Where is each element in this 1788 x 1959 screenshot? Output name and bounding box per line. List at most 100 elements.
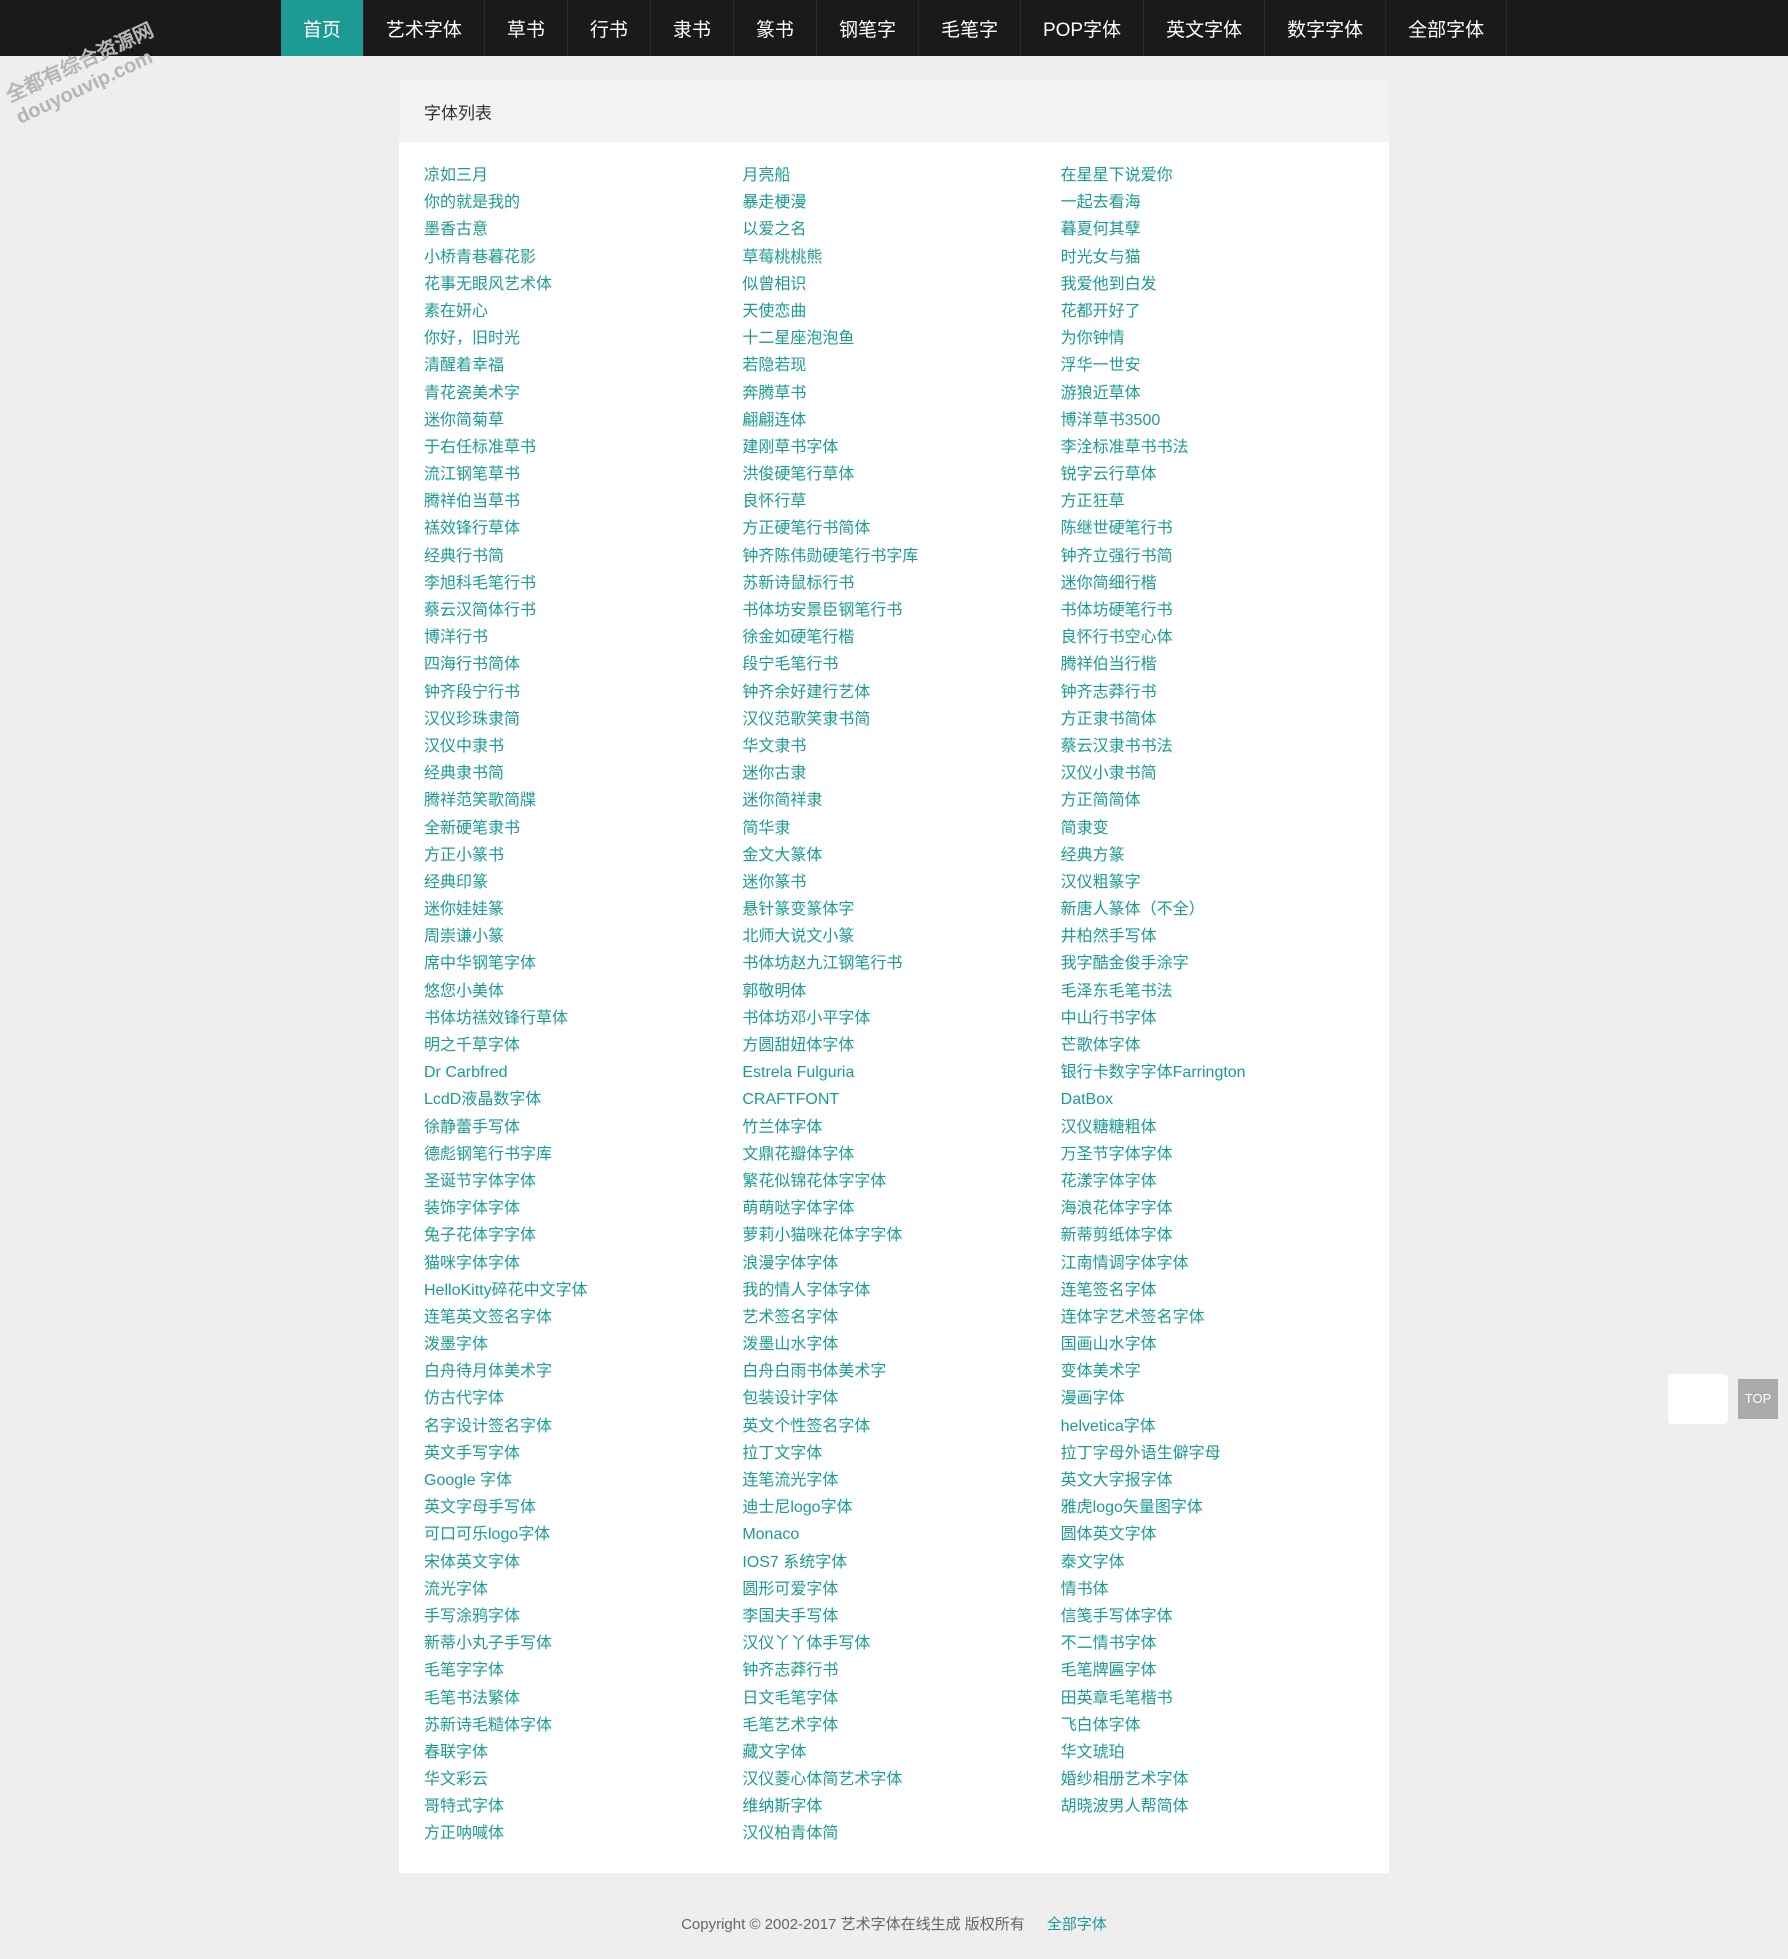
font-link[interactable]: 简华隶: [742, 815, 1045, 842]
font-link[interactable]: 哥特式字体: [424, 1793, 727, 1820]
font-link[interactable]: 花事无眼风艺术体: [424, 271, 727, 298]
font-link[interactable]: 中山行书字体: [1061, 1005, 1364, 1032]
font-link[interactable]: 腾祥范笑歌简牒: [424, 787, 727, 814]
nav-item-7[interactable]: 毛笔字: [919, 0, 1021, 56]
font-link[interactable]: helvetica字体: [1061, 1413, 1364, 1440]
font-link[interactable]: 苏新诗毛糙体字体: [424, 1712, 727, 1739]
font-link[interactable]: 汉仪中隶书: [424, 733, 727, 760]
font-link[interactable]: 游狼近草体: [1061, 380, 1364, 407]
font-link[interactable]: 以爱之名: [742, 216, 1045, 243]
font-link[interactable]: 汉仪糖糖粗体: [1061, 1114, 1364, 1141]
font-link[interactable]: 信笺手写体字体: [1061, 1603, 1364, 1630]
font-link[interactable]: 国画山水字体: [1061, 1331, 1364, 1358]
font-link[interactable]: 徐金如硬笔行楷: [742, 624, 1045, 651]
font-link[interactable]: 兔子花体字字体: [424, 1222, 727, 1249]
font-link[interactable]: IOS7 系统字体: [742, 1549, 1045, 1576]
font-link[interactable]: 英文手写字体: [424, 1440, 727, 1467]
font-link[interactable]: DatBox: [1061, 1086, 1364, 1113]
font-link[interactable]: 拉丁字母外语生僻字母: [1061, 1440, 1364, 1467]
font-link[interactable]: 金文大篆体: [742, 842, 1045, 869]
font-link[interactable]: 英文字母手写体: [424, 1494, 727, 1521]
nav-item-4[interactable]: 隶书: [651, 0, 734, 56]
font-link[interactable]: 变体美术字: [1061, 1358, 1364, 1385]
font-link[interactable]: 锐字云行草体: [1061, 461, 1364, 488]
font-link[interactable]: 萝莉小猫咪花体字字体: [742, 1222, 1045, 1249]
font-link[interactable]: 经典隶书简: [424, 760, 727, 787]
font-link[interactable]: 毛泽东毛笔书法: [1061, 978, 1364, 1005]
font-link[interactable]: 华文琥珀: [1061, 1739, 1364, 1766]
font-link[interactable]: 腾祥伯当行楷: [1061, 651, 1364, 678]
font-link[interactable]: 钟齐陈伟勋硬笔行书字库: [742, 543, 1045, 570]
font-link[interactable]: 田英章毛笔楷书: [1061, 1685, 1364, 1712]
nav-item-0[interactable]: 首页: [281, 0, 364, 56]
font-link[interactable]: 芒歌体字体: [1061, 1032, 1364, 1059]
font-link[interactable]: 悠您小美体: [424, 978, 727, 1005]
font-link[interactable]: 白舟待月体美术字: [424, 1358, 727, 1385]
font-link[interactable]: Monaco: [742, 1521, 1045, 1548]
font-link[interactable]: 迷你古隶: [742, 760, 1045, 787]
font-link[interactable]: 汉仪柏青体简: [742, 1820, 1045, 1847]
font-link[interactable]: 万圣节字体字体: [1061, 1141, 1364, 1168]
font-link[interactable]: 白舟白雨书体美术字: [742, 1358, 1045, 1385]
font-link[interactable]: 汉仪丫丫体手写体: [742, 1630, 1045, 1657]
font-link[interactable]: 禚效锋行草体: [424, 515, 727, 542]
font-link[interactable]: 花漾字体字体: [1061, 1168, 1364, 1195]
font-link[interactable]: Google 字体: [424, 1467, 727, 1494]
font-link[interactable]: 汉仪范歌笑隶书简: [742, 706, 1045, 733]
nav-item-6[interactable]: 钢笔字: [817, 0, 919, 56]
font-link[interactable]: 书体坊邓小平字体: [742, 1005, 1045, 1032]
font-link[interactable]: 翩翩连体: [742, 407, 1045, 434]
font-link[interactable]: 方正狂草: [1061, 488, 1364, 515]
font-link[interactable]: 全新硬笔隶书: [424, 815, 727, 842]
font-link[interactable]: 清醒着幸福: [424, 352, 727, 379]
font-link[interactable]: 陈继世硬笔行书: [1061, 515, 1364, 542]
scroll-top-button[interactable]: TOP: [1738, 1379, 1778, 1419]
font-link[interactable]: 维纳斯字体: [742, 1793, 1045, 1820]
font-link[interactable]: 拉丁文字体: [742, 1440, 1045, 1467]
font-link[interactable]: 萌萌哒字体字体: [742, 1195, 1045, 1222]
font-link[interactable]: 流光字体: [424, 1576, 727, 1603]
font-link[interactable]: 腾祥伯当草书: [424, 488, 727, 515]
font-link[interactable]: 博洋行书: [424, 624, 727, 651]
font-link[interactable]: 井柏然手写体: [1061, 923, 1364, 950]
font-link[interactable]: 连体字艺术签名字体: [1061, 1304, 1364, 1331]
font-link[interactable]: 为你钟情: [1061, 325, 1364, 352]
font-link[interactable]: Estrela Fulguria: [742, 1059, 1045, 1086]
font-link[interactable]: 在星星下说爱你: [1061, 162, 1364, 189]
font-link[interactable]: 良怀行草: [742, 488, 1045, 515]
font-link[interactable]: 凉如三月: [424, 162, 727, 189]
font-link[interactable]: 天使恋曲: [742, 298, 1045, 325]
font-link[interactable]: 毛笔字字体: [424, 1657, 727, 1684]
font-link[interactable]: 奔腾草书: [742, 380, 1045, 407]
font-link[interactable]: 时光女与猫: [1061, 244, 1364, 271]
font-link[interactable]: 圣诞节字体字体: [424, 1168, 727, 1195]
font-link[interactable]: 我字酷金俊手涂字: [1061, 950, 1364, 977]
font-link[interactable]: 飞白体字体: [1061, 1712, 1364, 1739]
nav-item-8[interactable]: POP字体: [1021, 0, 1144, 56]
font-link[interactable]: 你的就是我的: [424, 189, 727, 216]
font-link[interactable]: 繁花似锦花体字字体: [742, 1168, 1045, 1195]
font-link[interactable]: 流江钢笔草书: [424, 461, 727, 488]
font-link[interactable]: 段宁毛笔行书: [742, 651, 1045, 678]
font-link[interactable]: 明之千草字体: [424, 1032, 727, 1059]
font-link[interactable]: 迷你简祥隶: [742, 787, 1045, 814]
font-link[interactable]: 墨香古意: [424, 216, 727, 243]
font-link[interactable]: 情书体: [1061, 1576, 1364, 1603]
font-link[interactable]: 宋体英文字体: [424, 1549, 727, 1576]
font-link[interactable]: 建刚草书字体: [742, 434, 1045, 461]
all-fonts-link[interactable]: 全部字体: [1047, 1916, 1107, 1933]
font-link[interactable]: 方正简简体: [1061, 787, 1364, 814]
font-link[interactable]: 我爱他到白发: [1061, 271, 1364, 298]
font-link[interactable]: 漫画字体: [1061, 1385, 1364, 1412]
font-link[interactable]: Dr Carbfred: [424, 1059, 727, 1086]
font-link[interactable]: 草莓桃桃熊: [742, 244, 1045, 271]
font-link[interactable]: 方正小篆书: [424, 842, 727, 869]
font-link[interactable]: 不二情书字体: [1061, 1630, 1364, 1657]
font-link[interactable]: 汉仪珍珠隶简: [424, 706, 727, 733]
font-link[interactable]: LcdD液晶数字体: [424, 1086, 727, 1113]
nav-item-3[interactable]: 行书: [568, 0, 651, 56]
font-link[interactable]: 浮华一世安: [1061, 352, 1364, 379]
font-link[interactable]: 书体坊赵九江钢笔行书: [742, 950, 1045, 977]
font-link[interactable]: 若隐若现: [742, 352, 1045, 379]
font-link[interactable]: 包装设计字体: [742, 1385, 1045, 1412]
